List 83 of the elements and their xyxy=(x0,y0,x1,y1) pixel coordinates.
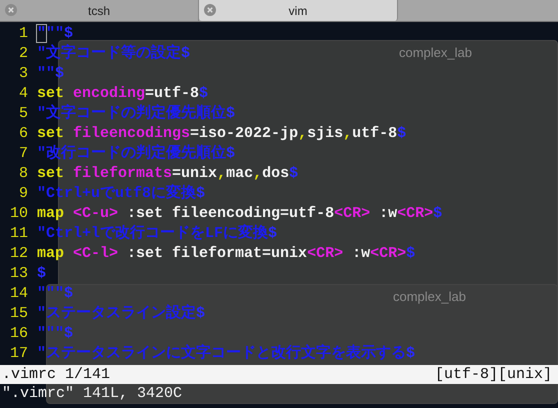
code-option: <CR> xyxy=(307,245,344,262)
line-number: 15 xyxy=(10,304,28,324)
eol-marker: $ xyxy=(199,85,208,102)
code-option: <CR> xyxy=(370,245,406,262)
code-keyword: , xyxy=(298,125,308,142)
code-comment: "文字コード等の設定 xyxy=(37,45,182,62)
code-comment: "" xyxy=(37,65,56,82)
command-message: ".vimrc" 141L, 3420C xyxy=(1,384,184,404)
eol-marker: $ xyxy=(397,125,406,142)
eol-marker: $ xyxy=(226,145,236,162)
code-text: :set fileformat=unix xyxy=(126,245,308,262)
code-comment: "文字コードの判定優先順位 xyxy=(37,105,226,122)
eol-marker: $ xyxy=(268,225,278,242)
code-text: mac xyxy=(226,165,254,182)
eol-marker: $ xyxy=(226,105,236,122)
code-comment: """ xyxy=(37,285,64,302)
line-number: 1 xyxy=(18,24,28,44)
code-option: <C-l> xyxy=(73,245,118,262)
code-text: utf-8 xyxy=(352,125,398,142)
line-number: 7 xyxy=(18,144,28,164)
status-file: .vimrc 1/141 xyxy=(2,365,110,384)
eol-marker: $ xyxy=(406,345,416,362)
eol-marker: $ xyxy=(289,165,298,182)
line-number: 2 xyxy=(18,44,28,64)
code-keyword: set xyxy=(37,125,66,142)
eol-marker: $ xyxy=(55,65,64,82)
close-icon[interactable] xyxy=(5,4,17,16)
line-number: 6 xyxy=(18,124,28,144)
code-keyword: set xyxy=(37,85,66,102)
code-option: encoding xyxy=(73,85,146,102)
eol-marker: $ xyxy=(196,305,206,322)
line-number: 16 xyxy=(10,324,28,344)
eol-marker: $ xyxy=(433,205,442,222)
eol-marker: $ xyxy=(181,45,190,62)
code-comment: "Ctrl+lで改行コードをLFに変換 xyxy=(37,225,268,242)
code-text: sjis xyxy=(307,125,344,142)
eol-marker: $ xyxy=(196,185,206,202)
code-option: <CR> xyxy=(397,205,434,222)
cursor-char: " xyxy=(37,25,46,42)
line-number: 3 xyxy=(18,64,28,84)
close-icon[interactable] xyxy=(204,4,216,16)
window-title: complex_lab xyxy=(393,289,466,304)
line-number: 11 xyxy=(10,224,28,244)
code-text: dos xyxy=(262,165,290,182)
code-comment: "Ctrl+uでutf8に変換 xyxy=(37,185,196,202)
code-keyword: , xyxy=(217,165,226,182)
code-comment: """ xyxy=(37,325,64,342)
line-number: 13 xyxy=(10,264,28,284)
line-number: 14 xyxy=(10,284,28,304)
line-number: 17 xyxy=(10,344,28,364)
code-text: =unix xyxy=(172,165,218,182)
code-comment: "ステータスライン設定 xyxy=(37,305,196,322)
code-text: :w xyxy=(351,245,370,262)
code-keyword: set xyxy=(37,165,66,182)
line-number: 12 xyxy=(10,244,28,264)
code-comment: "" xyxy=(46,25,64,42)
line-number: 4 xyxy=(18,84,28,104)
code-keyword: map xyxy=(37,245,66,262)
status-format: [utf-8][unix] xyxy=(434,365,552,384)
code-text: :set fileencoding=utf-8 xyxy=(126,205,334,222)
line-number: 5 xyxy=(18,104,28,124)
eol-marker: $ xyxy=(64,285,74,302)
eol-marker: $ xyxy=(64,325,74,342)
code-keyword: map xyxy=(37,205,66,222)
code-text: :w xyxy=(378,205,398,222)
code-text: =iso-2022-jp xyxy=(190,125,298,142)
code-keyword: , xyxy=(343,125,352,142)
code-option: <CR> xyxy=(334,205,370,222)
code-option: fileformats xyxy=(73,165,172,182)
code-option: <C-u> xyxy=(73,205,118,222)
code-text: =utf-8 xyxy=(145,85,200,102)
line-number: 9 xyxy=(18,184,28,204)
code-option: fileencodings xyxy=(73,125,190,142)
code-keyword: , xyxy=(253,165,262,182)
code-comment: "ステータスラインに文字コードと改行文字を表示する xyxy=(37,345,406,362)
window-title: complex_lab xyxy=(399,45,472,60)
line-number: 10 xyxy=(10,204,28,224)
eol-marker: $ xyxy=(37,265,46,282)
terminal-tab[interactable]: vim xyxy=(199,0,398,21)
eol-marker: $ xyxy=(64,25,74,42)
code-comment: "改行コードの判定優先順位 xyxy=(37,145,226,162)
line-number: 8 xyxy=(18,164,28,184)
eol-marker: $ xyxy=(406,245,416,262)
